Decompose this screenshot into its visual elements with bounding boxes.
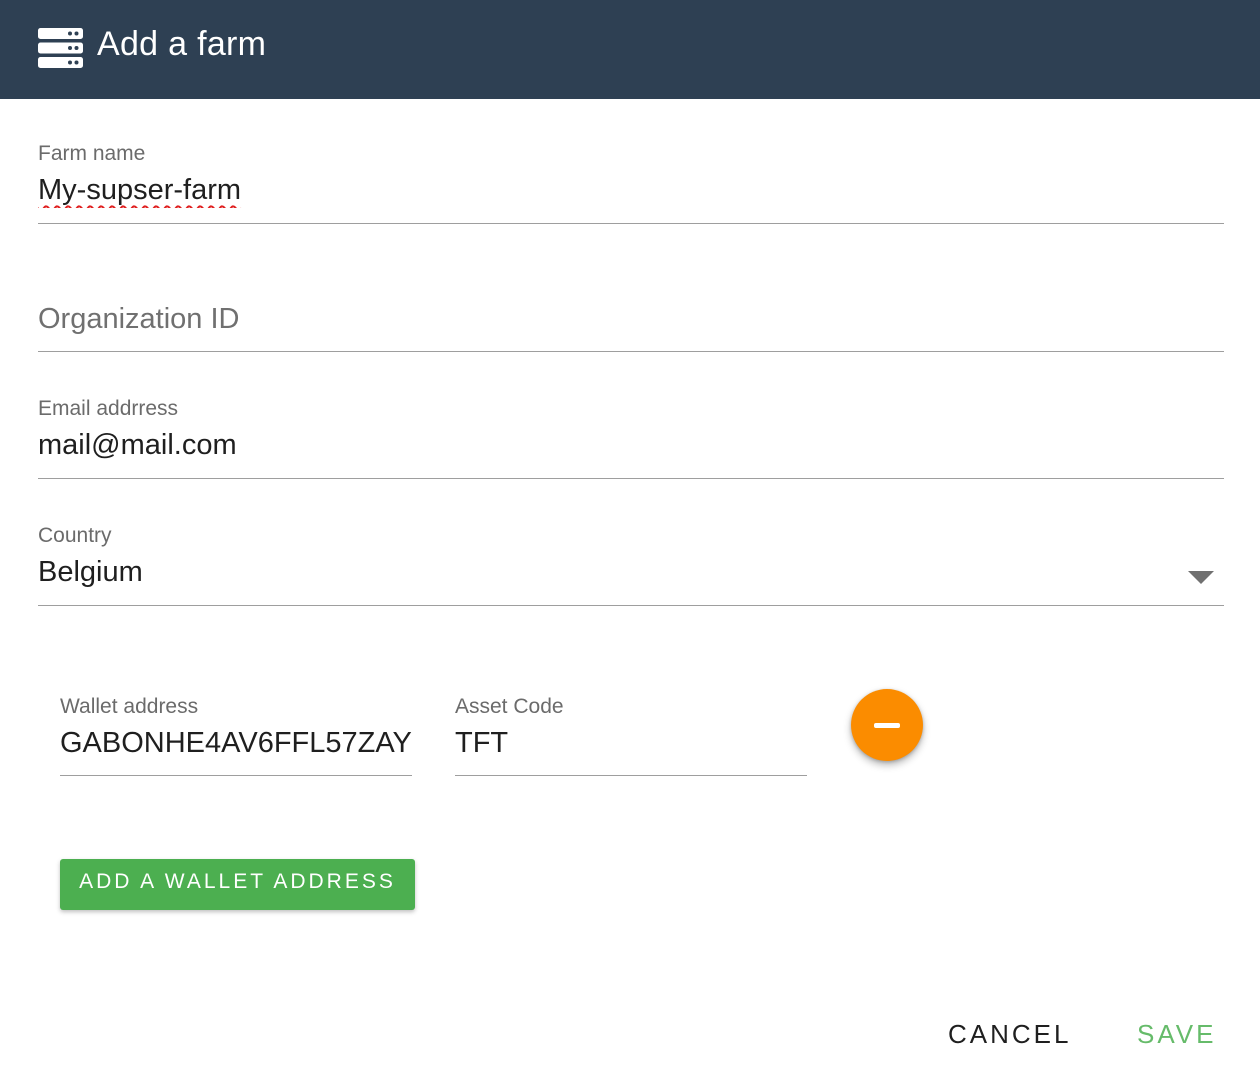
email-underline [38,478,1224,479]
dialog-header: Add a farm [0,0,1260,99]
remove-wallet-button[interactable] [851,689,923,761]
asset-code-underline [455,775,807,776]
minus-icon [874,722,900,728]
email-field[interactable]: Email addrress mail@mail.com [38,396,1224,480]
wallet-address-input[interactable]: GABONHE4AV6FFL57ZAY [60,725,412,761]
add-wallet-address-button[interactable]: ADD A WALLET ADDRESS [60,859,415,910]
organization-id-field[interactable] [38,296,1224,354]
server-icon [38,28,83,68]
organization-id-underline [38,351,1224,352]
wallet-address-field[interactable]: Wallet address GABONHE4AV6FFL57ZAY [60,694,412,778]
chevron-down-icon[interactable] [1188,571,1214,584]
country-label: Country [38,524,112,547]
wallet-address-label: Wallet address [60,695,199,718]
farm-name-value: My-supser-farm [38,174,242,206]
farm-name-label: Farm name [38,142,146,165]
email-input[interactable]: mail@mail.com [38,427,1224,463]
add-farm-dialog: Add a farm Farm name My-supser-farm Emai… [0,0,1260,1078]
email-label: Email addrress [38,397,179,420]
farm-name-input[interactable]: My-supser-farm [38,172,1224,208]
asset-code-label: Asset Code [455,695,564,718]
farm-name-underline [38,223,1224,224]
save-button[interactable]: SAVE [1137,1016,1216,1052]
wallet-address-underline [60,775,412,776]
dialog-title: Add a farm [97,25,267,63]
country-select[interactable]: Country Belgium [38,523,1224,607]
asset-code-input[interactable]: TFT [455,725,807,761]
asset-code-field[interactable]: Asset Code TFT [455,694,807,778]
country-underline [38,605,1224,606]
farm-name-field[interactable]: Farm name My-supser-farm [38,141,1224,225]
organization-id-input[interactable] [38,299,1224,339]
country-value: Belgium [38,556,143,588]
cancel-button[interactable]: CANCEL [948,1016,1071,1052]
